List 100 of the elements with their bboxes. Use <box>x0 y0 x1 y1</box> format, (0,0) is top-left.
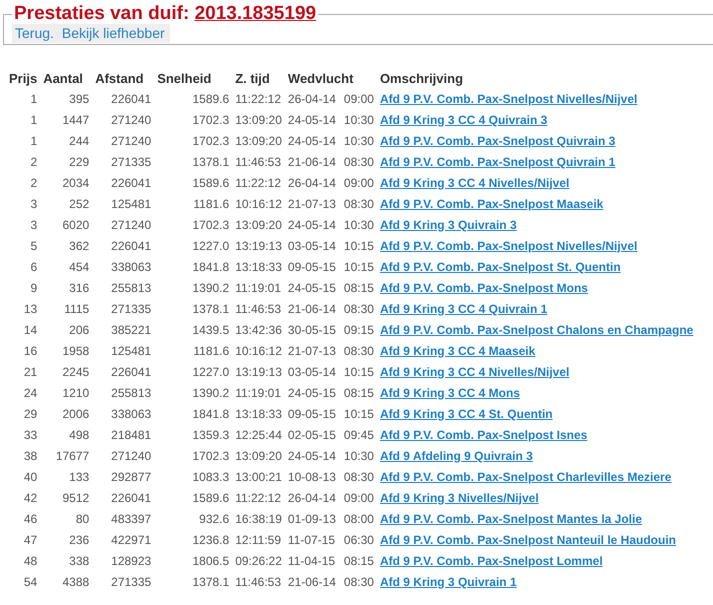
race-link[interactable]: Afd 9 P.V. Comb. Pax-Snelpost Quivrain 3 <box>380 134 616 148</box>
nav-link[interactable]: Terug. <box>15 25 54 42</box>
race-link[interactable]: Afd 9 P.V. Comb. Pax-Snelpost Isnes <box>380 428 588 442</box>
table-cell: 08:30 <box>344 154 374 168</box>
table-cell: 06:30 <box>344 532 374 546</box>
table-cell: 10-08-13 <box>288 470 336 484</box>
table-cell: 271240 <box>111 112 152 126</box>
table-cell: 236 <box>69 532 90 546</box>
race-link[interactable]: Afd 9 Kring 3 CC 4 Nivelles/Nijvel <box>380 176 570 190</box>
table-cell: 46 <box>24 512 38 526</box>
table-cell: 1227.0 <box>192 364 230 378</box>
table-cell: 11:22:12 <box>235 92 282 106</box>
table-cell: 1378.1 <box>192 154 230 168</box>
table-cell: 422971 <box>111 532 152 546</box>
table-cell: 2034 <box>62 176 90 190</box>
race-link[interactable]: Afd 9 P.V. Comb. Pax-Snelpost Quivrain 1 <box>380 154 616 168</box>
table-cell: 226041 <box>111 92 152 106</box>
table-cell: 12:25:44 <box>235 428 282 442</box>
table-cell: 21-06-14 <box>288 574 336 588</box>
race-link[interactable]: Afd 9 P.V. Comb. Pax-Snelpost Nanteuil le Haudouin <box>380 532 676 546</box>
race-link[interactable]: Afd 9 Kring 3 Quivrain 1 <box>380 574 517 588</box>
table-cell: 1181.6 <box>193 344 230 358</box>
table-cell: 08:30 <box>344 344 374 358</box>
table-cell: 1841.8 <box>192 406 230 420</box>
race-link[interactable]: Afd 9 Kring 3 Nivelles/Nijvel <box>380 490 539 504</box>
table-cell: 10:30 <box>344 218 374 232</box>
table-cell: 21-06-14 <box>288 154 336 168</box>
table-cell: 1390.2 <box>192 386 230 400</box>
table-cell: 10:30 <box>344 134 374 148</box>
table-cell: 1210 <box>62 386 90 400</box>
table-cell: 1702.3 <box>192 448 230 462</box>
race-link[interactable]: Afd 9 P.V. Comb. Pax-Snelpost Lommel <box>380 554 603 568</box>
table-cell: 24-05-14 <box>288 112 336 126</box>
table-cell: 08:30 <box>344 302 374 316</box>
race-link[interactable]: Afd 9 Kring 3 Quivrain 3 <box>380 218 517 232</box>
table-cell: 42 <box>24 490 38 504</box>
table-cell: 6 <box>30 260 38 274</box>
table-cell: 08:30 <box>344 574 374 588</box>
table-cell: 2 <box>30 154 38 168</box>
table-cell: 395 <box>69 92 90 106</box>
table-cell: 10:30 <box>344 112 374 126</box>
table-cell: 21-07-13 <box>288 344 336 358</box>
race-link[interactable]: Afd 9 Kring 3 CC 4 St. Quentin <box>380 406 553 420</box>
race-link[interactable]: Afd 9 P.V. Comb. Pax-Snelpost Nivelles/Nijvel <box>380 92 638 106</box>
race-link[interactable]: Afd 9 P.V. Comb. Pax-Snelpost Mantes la Jolie <box>380 512 642 526</box>
table-cell: 26-04-14 <box>288 92 336 106</box>
table-cell: 271335 <box>111 302 152 316</box>
table-cell: 17677 <box>56 448 90 462</box>
table-cell: 08:30 <box>344 470 374 484</box>
table-cell: 271335 <box>111 154 152 168</box>
table-cell: 48 <box>24 554 38 568</box>
table-cell: 1359.3 <box>192 428 230 442</box>
table-cell: 271240 <box>111 448 152 462</box>
table-cell: 6020 <box>62 218 90 232</box>
table-cell: 11:22:12 <box>235 490 282 504</box>
table-cell: 5 <box>30 238 38 252</box>
race-link[interactable]: Afd 9 P.V. Comb. Pax-Snelpost St. Quentin <box>380 260 621 274</box>
table-cell: 02-05-15 <box>288 428 336 442</box>
table-cell: 11:22:12 <box>235 176 282 190</box>
race-link[interactable]: Afd 9 Kring 3 CC 4 Mons <box>380 386 520 400</box>
table-cell: 10:30 <box>344 448 374 462</box>
race-link[interactable]: Afd 9 Kring 3 CC 4 Maaseik <box>380 344 536 358</box>
race-link[interactable]: Afd 9 Kring 3 CC 4 Quivrain 3 <box>380 112 548 126</box>
table-cell: 09:45 <box>344 428 374 442</box>
table-cell: 1181.6 <box>193 196 230 210</box>
table-cell: 08:15 <box>344 554 374 568</box>
table-cell: 244 <box>69 134 90 148</box>
table-cell: 1702.3 <box>192 134 230 148</box>
table-cell: 125481 <box>111 344 152 358</box>
race-link[interactable]: Afd 9 Kring 3 CC 4 Nivelles/Nijvel <box>380 364 570 378</box>
race-link[interactable]: Afd 9 Kring 3 CC 4 Quivrain 1 <box>380 302 548 316</box>
table-cell: 21-07-13 <box>288 196 336 210</box>
table-cell: 226041 <box>111 176 152 190</box>
table-cell: 206 <box>69 322 90 336</box>
race-link[interactable]: Afd 9 P.V. Comb. Pax-Snelpost Charlevilles Meziere <box>380 470 672 484</box>
table-cell: 38 <box>24 448 38 462</box>
table-cell: 1115 <box>64 302 90 316</box>
table-cell: 1 <box>30 134 38 148</box>
column-header: Prijs <box>9 71 38 86</box>
table-cell: 24-05-14 <box>288 218 336 232</box>
nav-link[interactable]: Bekijk liefhebber <box>62 25 165 42</box>
column-header: Afstand <box>95 71 144 86</box>
table-cell: 08:15 <box>344 386 374 400</box>
race-link[interactable]: Afd 9 P.V. Comb. Pax-Snelpost Maaseik <box>380 196 604 210</box>
table-cell: 1589.6 <box>192 176 230 190</box>
pigeon-ring-link[interactable]: 2013.1835199 <box>194 3 316 24</box>
table-cell: 54 <box>24 574 38 588</box>
table-cell: 10:15 <box>344 406 374 420</box>
race-link[interactable]: Afd 9 P.V. Comb. Pax-Snelpost Mons <box>380 280 588 294</box>
table-cell: 16:38:19 <box>235 512 282 526</box>
race-link[interactable]: Afd 9 Afdeling 9 Quivrain 3 <box>380 448 533 462</box>
table-cell: 932.6 <box>199 512 230 526</box>
table-cell: 226041 <box>111 238 152 252</box>
table-cell: 483397 <box>111 512 152 526</box>
table-cell: 1589.6 <box>192 490 230 504</box>
race-link[interactable]: Afd 9 P.V. Comb. Pax-Snelpost Nivelles/Nijvel <box>380 238 638 252</box>
table-cell: 24 <box>24 386 38 400</box>
table-cell: 218481 <box>111 428 152 442</box>
table-cell: 01-09-13 <box>288 512 336 526</box>
race-link[interactable]: Afd 9 P.V. Comb. Pax-Snelpost Chalons en Champagne <box>380 322 694 336</box>
